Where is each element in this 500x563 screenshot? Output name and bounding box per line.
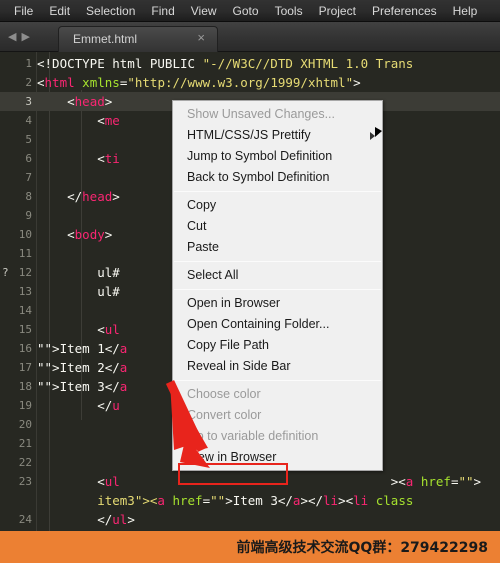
close-icon[interactable]: × bbox=[197, 31, 205, 45]
menu-item-label: Cut bbox=[187, 219, 207, 233]
tab-bar: ◀ ▶ Emmet.html × bbox=[0, 22, 500, 52]
line-number: 1 bbox=[25, 57, 32, 70]
menu-goto[interactable]: Goto bbox=[225, 0, 267, 22]
line-number: 7 bbox=[25, 171, 32, 184]
line-number: 14 bbox=[18, 304, 32, 317]
code-line: item3"><a href="">Item 3</a></li><li cla… bbox=[37, 493, 414, 508]
line-number: 23 bbox=[18, 475, 32, 488]
annotation-arrow-icon bbox=[165, 380, 210, 468]
line-number: 21 bbox=[18, 437, 32, 450]
menu-item-open-containing-folder[interactable]: Open Containing Folder... bbox=[173, 314, 382, 335]
menu-item-label: Open Containing Folder... bbox=[187, 317, 330, 331]
banner-text: 前端高级技术交流QQ群：279422298 bbox=[236, 540, 488, 556]
menu-item-label: Jump to Symbol Definition bbox=[187, 149, 333, 163]
line-number: 9 bbox=[25, 209, 32, 222]
menu-item-label: HTML/CSS/JS Prettify bbox=[187, 128, 311, 142]
menu-edit[interactable]: Edit bbox=[41, 0, 78, 22]
sublime-text-window: File Edit Selection Find View Goto Tools Projec… bbox=[0, 0, 500, 563]
line-number: 2 bbox=[25, 76, 32, 89]
menu-item-cut[interactable]: Cut bbox=[173, 216, 382, 237]
line-number: 13 bbox=[18, 285, 32, 298]
menu-item-jump-to-symbol-definition[interactable]: Jump to Symbol Definition bbox=[173, 146, 382, 167]
menu-item-paste[interactable]: Paste bbox=[173, 237, 382, 258]
line-number-gutter: 1 2 3 4 5 6 7 8 9 10 11 12? 13 14 15 16 17 18 19 20 21 22 23 24 bbox=[0, 52, 37, 531]
menu-item-label: Open in Browser bbox=[187, 296, 281, 310]
menu-item-html-css-js-prettify[interactable]: HTML/CSS/JS Prettify bbox=[173, 125, 382, 146]
line-number: 24 bbox=[18, 513, 32, 526]
line-number: 6 bbox=[25, 152, 32, 165]
tab-nav-arrows[interactable]: ◀ ▶ bbox=[8, 28, 50, 46]
menu-item-copy-file-path[interactable]: Copy File Path bbox=[173, 335, 382, 356]
menu-view[interactable]: View bbox=[183, 0, 225, 22]
menu-item-open-in-browser[interactable]: Open in Browser bbox=[173, 293, 382, 314]
menu-separator bbox=[174, 191, 381, 192]
menu-item-label: Back to Symbol Definition bbox=[187, 170, 330, 184]
line-number: 4 bbox=[25, 114, 32, 127]
menu-bar: File Edit Selection Find View Goto Tools Projec… bbox=[0, 0, 500, 22]
code-line: <html xmlns="http://www.w3.org/1999/xhtm… bbox=[37, 75, 361, 90]
menu-item-label: Paste bbox=[187, 240, 219, 254]
mouse-cursor-icon bbox=[375, 127, 382, 137]
line-number: 16 bbox=[18, 342, 32, 355]
line-number: 18 bbox=[18, 380, 32, 393]
menu-help[interactable]: Help bbox=[445, 0, 486, 22]
menu-tools[interactable]: Tools bbox=[267, 0, 311, 22]
menu-item-label: Select All bbox=[187, 268, 239, 282]
line-number: 8 bbox=[25, 190, 32, 203]
menu-separator bbox=[174, 261, 381, 262]
line-number: 22 bbox=[18, 456, 32, 469]
line-number: 20 bbox=[18, 418, 32, 431]
menu-file[interactable]: File bbox=[6, 0, 41, 22]
menu-project[interactable]: Project bbox=[311, 0, 364, 22]
code-line: <!DOCTYPE html PUBLIC "-//W3C//DTD XHTML… bbox=[37, 56, 414, 71]
code-line: </ul> bbox=[37, 512, 135, 527]
menu-item-label: Show Unsaved Changes... bbox=[187, 107, 336, 121]
menu-selection[interactable]: Selection bbox=[78, 0, 143, 22]
line-number: 5 bbox=[25, 133, 32, 146]
bottom-banner: 前端高级技术交流QQ群：279422298 bbox=[0, 531, 500, 563]
line-number: 17 bbox=[18, 361, 32, 374]
nav-forward-icon[interactable]: ▶ bbox=[21, 31, 29, 43]
menu-preferences[interactable]: Preferences bbox=[364, 0, 445, 22]
menu-separator bbox=[174, 289, 381, 290]
line-number: 10 bbox=[18, 228, 32, 241]
tab-title: Emmet.html bbox=[73, 32, 138, 46]
menu-find[interactable]: Find bbox=[143, 0, 182, 22]
menu-item-copy[interactable]: Copy bbox=[173, 195, 382, 216]
tab-emmet-html[interactable]: Emmet.html × bbox=[58, 26, 218, 52]
menu-item-label: Copy File Path bbox=[187, 338, 269, 352]
menu-item-label: Copy bbox=[187, 198, 217, 212]
menu-item-show-unsaved-changes: Show Unsaved Changes... bbox=[173, 104, 382, 125]
unsaved-marker-icon: ? bbox=[2, 266, 9, 279]
line-number: 15 bbox=[18, 323, 32, 336]
nav-back-icon[interactable]: ◀ bbox=[8, 31, 16, 43]
menu-item-select-all[interactable]: Select All bbox=[173, 265, 382, 286]
line-number: 11 bbox=[18, 247, 32, 260]
line-number: 3 bbox=[0, 92, 37, 111]
line-number: 19 bbox=[18, 399, 32, 412]
menu-item-back-to-symbol-definition[interactable]: Back to Symbol Definition bbox=[173, 167, 382, 188]
